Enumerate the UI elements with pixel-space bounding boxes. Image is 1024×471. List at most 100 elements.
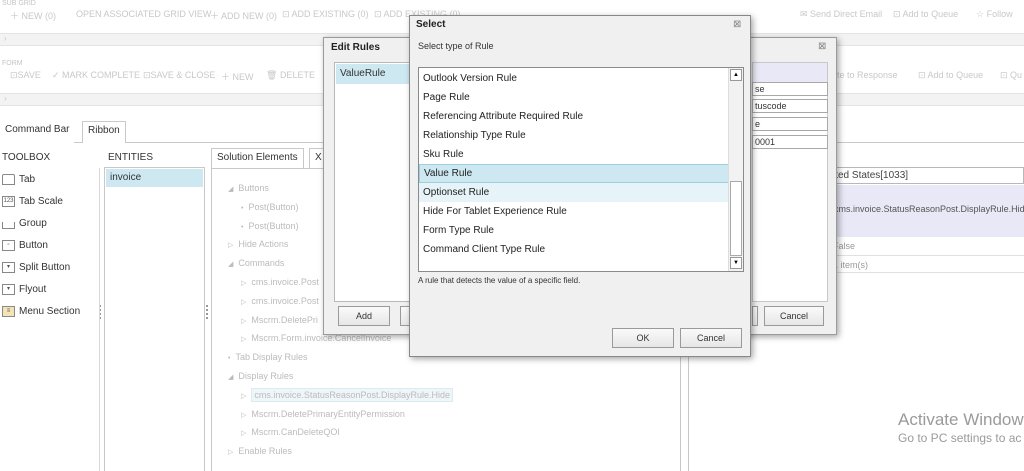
- form-respond-button[interactable]: ate to Response: [832, 70, 898, 80]
- toolbox-item-tab-scale[interactable]: 123 Tab Scale: [2, 192, 63, 210]
- option-outlook-version-rule[interactable]: Outlook Version Rule: [419, 69, 729, 88]
- option-form-type-rule[interactable]: Form Type Rule: [419, 221, 729, 240]
- collapse-arrow-icon[interactable]: ▷: [241, 318, 246, 325]
- label: Add to Queue: [927, 70, 984, 80]
- label: Tab Scale: [19, 195, 63, 207]
- label: Split Button: [19, 261, 71, 273]
- lang-field[interactable]: ited States[1033]: [830, 167, 1024, 184]
- expand-arrow-icon[interactable]: ◢: [228, 374, 233, 381]
- collapse-arrow-icon[interactable]: ▷: [228, 449, 233, 456]
- chevron-right-icon[interactable]: ›: [4, 94, 7, 103]
- tree-node[interactable]: ▷ cms.invoice.StatusReasonPost.DisplayRul…: [241, 387, 453, 402]
- option-value-rule[interactable]: Value Rule: [419, 164, 729, 183]
- option-relationship-type-rule[interactable]: Relationship Type Rule: [419, 126, 729, 145]
- param-field-2[interactable]: tuscode: [752, 99, 828, 113]
- tree-node[interactable]: ▷ Mscrm.CanDeleteQOI: [241, 427, 340, 437]
- rule-type-list: Outlook Version Rule Page Rule Referenci…: [418, 67, 744, 272]
- collapse-arrow-icon[interactable]: ▷: [241, 280, 246, 287]
- tab-ribbon[interactable]: Ribbon: [82, 121, 126, 143]
- entity-item-invoice[interactable]: invoice: [106, 169, 203, 187]
- close-icon[interactable]: ⊠: [733, 19, 741, 30]
- label: Menu Section: [19, 305, 81, 317]
- tree-node[interactable]: • Post(Button): [241, 202, 298, 212]
- form-save-close-button[interactable]: ⊡SAVE & CLOSE: [143, 70, 215, 81]
- subgrid-add-existing-button[interactable]: ⊡ ADD EXISTING (0): [282, 9, 369, 20]
- form-queue-button[interactable]: ⊡ Qu: [1000, 70, 1022, 81]
- toolbox-item-split-button[interactable]: ▾ Split Button: [2, 258, 70, 276]
- label: NEW: [232, 72, 254, 82]
- option-referencing-attribute-required-rule[interactable]: Referencing Attribute Required Rule: [419, 107, 729, 126]
- form-save-button[interactable]: ⊡SAVE: [10, 70, 41, 81]
- param-field-1[interactable]: se: [752, 82, 828, 96]
- tree-node[interactable]: ▷ Mscrm.DeletePri: [241, 315, 318, 325]
- option-optionset-rule[interactable]: Optionset Rule: [419, 183, 729, 202]
- label: SAVE & CLOSE: [150, 70, 216, 80]
- collapse-arrow-icon[interactable]: ▷: [228, 242, 233, 249]
- ok-button[interactable]: OK: [612, 328, 674, 348]
- param-panel: [752, 62, 828, 302]
- cancel-button[interactable]: Cancel: [680, 328, 742, 348]
- form-mark-complete-button[interactable]: ✓ MARK COMPLETE: [52, 70, 140, 81]
- add-rule-button[interactable]: Add: [338, 306, 390, 326]
- edit-rules-cancel-button[interactable]: Cancel: [764, 306, 824, 326]
- subgrid-new-button[interactable]: ＋ NEW (0): [10, 9, 56, 22]
- label: SAVE: [17, 70, 41, 80]
- scroll-down-button[interactable]: ▼: [730, 257, 742, 269]
- tree-node[interactable]: • Post(Button): [241, 221, 298, 231]
- toolbox-item-group[interactable]: Group: [2, 214, 47, 232]
- select-dialog-title: Select: [416, 19, 446, 30]
- edit-rules-left-button[interactable]: [752, 306, 758, 326]
- form-delete-button[interactable]: 🗑 DELETE: [266, 70, 315, 81]
- option-page-rule[interactable]: Page Rule: [419, 88, 729, 107]
- option-command-client-type-rule[interactable]: Command Client Type Rule: [419, 240, 729, 259]
- form-add-queue-button[interactable]: ⊡ Add to Queue: [918, 70, 983, 81]
- tree-node[interactable]: • Tab Display Rules: [228, 352, 307, 362]
- collapse-arrow-icon[interactable]: ▷: [241, 299, 246, 306]
- tree-node[interactable]: ▷ Hide Actions: [228, 239, 288, 249]
- param-field-4[interactable]: 0001: [752, 135, 828, 149]
- scroll-up-button[interactable]: ▲: [730, 69, 742, 81]
- collapse-arrow-icon[interactable]: ▷: [241, 393, 246, 400]
- split-button-icon: ▾: [2, 261, 15, 273]
- scroll-thumb[interactable]: [730, 181, 742, 256]
- label: ADD NEW (0): [221, 11, 278, 21]
- toolbox-item-menu-section[interactable]: ≡ Menu Section: [2, 302, 80, 320]
- tree-node[interactable]: ▷ cms.invoice.Post: [241, 277, 319, 287]
- subgrid-add-queue-button[interactable]: ⊡ Add to Queue: [893, 9, 958, 20]
- splitter-handle[interactable]: [206, 305, 209, 319]
- tree-node[interactable]: ◢ Display Rules: [228, 371, 293, 381]
- option-hide-for-tablet-rule[interactable]: Hide For Tablet Experience Rule: [419, 202, 729, 221]
- flyout-icon: ▾: [2, 283, 15, 295]
- collapse-arrow-icon[interactable]: ▷: [241, 430, 246, 437]
- tree-node-label: Display Rules: [238, 371, 294, 381]
- toolbox-item-tab[interactable]: Tab: [2, 170, 35, 188]
- expand-arrow-icon[interactable]: ◢: [228, 186, 233, 193]
- subgrid-follow-button[interactable]: ☆ Follow: [976, 9, 1013, 20]
- param-field-3[interactable]: e: [752, 117, 828, 131]
- tree-node[interactable]: ▷ cms.invoice.Post: [241, 296, 319, 306]
- display-rule-row[interactable]: cms.invoice.StatusReasonPost.DisplayRule…: [830, 185, 1024, 237]
- expand-arrow-icon[interactable]: ◢: [228, 261, 233, 268]
- chevron-right-icon[interactable]: ›: [4, 34, 7, 43]
- subgrid-open-grid-button[interactable]: OPEN ASSOCIATED GRID VIEW: [76, 9, 211, 19]
- tree-node[interactable]: ▷ Enable Rules: [228, 446, 292, 456]
- form-new-button[interactable]: ＋ NEW: [221, 70, 254, 83]
- scrollbar[interactable]: ▲ ▼: [728, 68, 743, 271]
- rule-item-valuerule[interactable]: ValueRule: [336, 64, 412, 84]
- tree-node[interactable]: ◢ Buttons: [228, 183, 269, 193]
- collapse-arrow-icon[interactable]: ▷: [241, 336, 246, 343]
- entities-panel: invoice: [104, 167, 205, 471]
- tab-command-bar[interactable]: Command Bar: [0, 121, 75, 143]
- items-value: 1 item(s): [833, 260, 869, 270]
- tree-node[interactable]: ▷ Mscrm.DeletePrimaryEntityPermission: [241, 409, 405, 419]
- option-sku-rule[interactable]: Sku Rule: [419, 145, 729, 164]
- collapse-arrow-icon[interactable]: ▷: [241, 412, 246, 419]
- subgrid-send-email-button[interactable]: ✉ Send Direct Email: [800, 9, 882, 20]
- close-icon[interactable]: ⊠: [818, 41, 826, 52]
- toolbox-item-flyout[interactable]: ▾ Flyout: [2, 280, 46, 298]
- tree-node-label: Mscrm.CanDeleteQOI: [251, 427, 340, 438]
- subgrid-add-new-button[interactable]: ＋ ADD NEW (0): [210, 9, 277, 22]
- tab-solution-elements[interactable]: Solution Elements: [211, 148, 304, 168]
- toolbox-item-button[interactable]: ▫ Button: [2, 236, 48, 254]
- tree-node[interactable]: ◢ Commands: [228, 258, 284, 268]
